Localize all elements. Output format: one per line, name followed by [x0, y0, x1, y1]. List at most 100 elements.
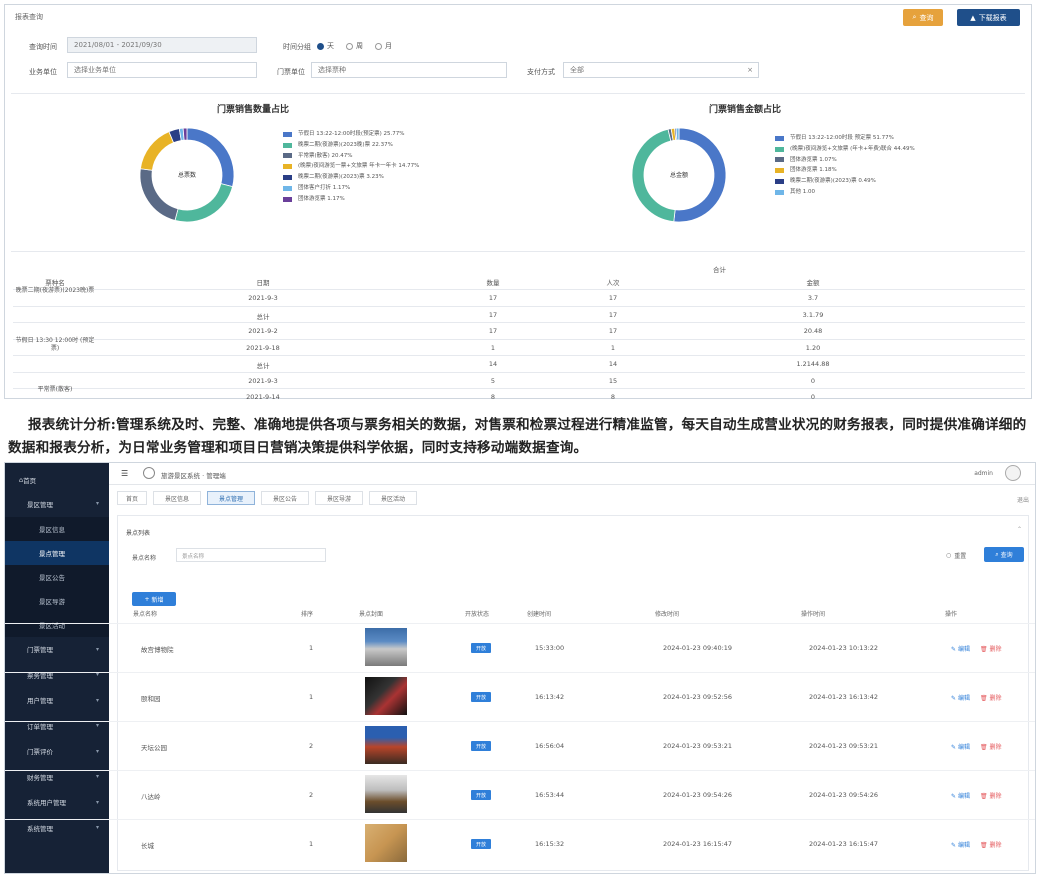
report-cell: 晚票二期(夜游票)(2023晚)票 [15, 287, 95, 294]
legend-swatch [283, 185, 292, 191]
cell-sort: 1 [309, 644, 314, 652]
delete-label: 删除 [989, 793, 1002, 800]
pie1-title: 门票销售数量占比 [217, 105, 290, 115]
legend-label: 团体游览票 1.17% [298, 195, 345, 202]
sidebar-item-4[interactable]: 景区公告 [5, 564, 109, 589]
tab-0[interactable]: 首页 [117, 491, 147, 505]
close-icon: × [747, 66, 753, 74]
tab-bar: 首页 景区信息 景点管理 景区公告 景区导游 景区活动 [109, 489, 1035, 507]
avatar[interactable] [1005, 465, 1021, 481]
legend-swatch [775, 135, 784, 141]
edit-icon: ✎ [951, 695, 958, 702]
cell-updated-time: 2024-01-23 16:15:47 [663, 840, 733, 848]
report-cell: 0 [810, 376, 816, 385]
granularity-radio-1[interactable]: 周 [346, 41, 363, 51]
add-button[interactable]: + 新增 [132, 592, 176, 606]
granularity-radio-0[interactable]: 天 [317, 41, 334, 51]
edit-label: 编辑 [957, 744, 970, 751]
collapse-icon[interactable]: ⌃ [1017, 526, 1022, 533]
tab-3[interactable]: 景区公告 [261, 491, 309, 505]
report-cell: 1 [490, 343, 496, 352]
row-actions: ✎ 编辑 🗑 删除 [951, 791, 1002, 800]
attraction-thumbnail [365, 677, 407, 715]
pie2-legend: 节假日 13:22-12:00时段 预定票 51.77% (晚票)夜间游览+文旅票… [775, 133, 915, 198]
granularity-label: 时间分组 [283, 43, 311, 51]
cell-op-time: 2024-01-23 09:54:26 [809, 791, 879, 799]
delete-button[interactable]: 🗑 删除 [980, 644, 1002, 653]
search-input[interactable]: 景点名称 [176, 548, 326, 562]
report-cell: 1.2144.88 [796, 360, 830, 368]
tab-5[interactable]: 景区活动 [369, 491, 417, 505]
radio-label: 月 [385, 42, 392, 50]
cell-updated-time: 2024-01-23 09:52:56 [663, 693, 733, 701]
report-cell: 1 [610, 343, 616, 352]
row-actions: ✎ 编辑 🗑 删除 [951, 840, 1002, 849]
status-badge: 开放 [471, 692, 491, 702]
user-name[interactable]: admin [974, 470, 993, 477]
sidebar-item-label: 首页 [23, 477, 37, 485]
sidebar-item-3[interactable]: 景点管理 [5, 540, 109, 565]
search-button[interactable]: ⌕ 查询 [984, 547, 1024, 562]
delete-button[interactable]: 🗑 删除 [980, 742, 1002, 751]
legend-label: 团体游览票 1.18% [790, 167, 837, 174]
radio-dot [317, 42, 324, 50]
legend-swatch [283, 196, 292, 202]
tab-1[interactable]: 景区信息 [153, 491, 201, 505]
tab-4[interactable]: 景区导游 [315, 491, 363, 505]
edit-button[interactable]: ✎ 编辑 [951, 693, 970, 702]
legend-label: 团体游览票 1.07% [790, 156, 837, 163]
row-actions: ✎ 编辑 🗑 删除 [951, 644, 1002, 653]
legend-label: 晚票二期(夜游票)(2023)票 0.49% [790, 178, 876, 185]
edit-label: 编辑 [957, 695, 970, 702]
granularity-radio-2[interactable]: 月 [375, 41, 392, 51]
status-badge: 开放 [471, 741, 491, 751]
report-panel: 报表查询 ⌕ 查询 ▲ 下载报表 查询时间 2021/08/01 - 2021/09… [4, 4, 1032, 401]
topbar: ☰ 旅游景区系统 · 管理端 admin 退出 [109, 463, 1035, 504]
reset-button[interactable]: ○ 重置 [946, 551, 966, 560]
report-cell: 3.7 [807, 294, 819, 302]
tab-2[interactable]: 景点管理 [207, 491, 255, 505]
legend-label: 平常票(散客) 20.47% [298, 152, 353, 159]
sidebar-item-0[interactable]: ⌂ 首页 [5, 469, 109, 491]
date-range-input[interactable]: 2021/08/01 - 2021/09/30 [67, 37, 257, 53]
cell-op-time: 2024-01-23 16:13:42 [809, 693, 879, 701]
section-title: 景点列表 [126, 530, 151, 537]
venue-select[interactable]: 选择业务单位 [67, 62, 257, 78]
report-table-header: 票种名 日期 数量 人次 金额 [13, 273, 1025, 289]
report-cell: 20.48 [803, 327, 823, 335]
edit-button[interactable]: ✎ 编辑 [951, 840, 970, 849]
cell-op-time: 2024-01-23 09:53:21 [809, 742, 879, 750]
report-table-row: 2021-9-3 5 15 0 [13, 371, 1025, 388]
column-header: 景点封面 [359, 611, 384, 618]
cell-create-time: 15:33:00 [535, 644, 565, 652]
cell-create-time: 16:13:42 [535, 693, 565, 701]
attraction-thumbnail [365, 824, 407, 862]
granularity-radios: 天周月 [317, 41, 404, 51]
column-header: 景点名称 [133, 611, 158, 618]
logo-icon [143, 467, 155, 479]
edit-button[interactable]: ✎ 编辑 [951, 791, 970, 800]
edit-button[interactable]: ✎ 编辑 [951, 644, 970, 653]
delete-button[interactable]: 🗑 删除 [980, 693, 1002, 702]
row-actions: ✎ 编辑 🗑 删除 [951, 742, 1002, 751]
sidebar-item-5[interactable]: 景区导游 [5, 588, 109, 613]
menu-toggle-icon[interactable]: ☰ [121, 469, 128, 478]
sidebar-item-1[interactable]: 景区管理 ▾ [5, 491, 109, 517]
export-button[interactable]: ▲ 下载报表 [957, 9, 1020, 26]
report-cell: 2021-9-3 [248, 294, 278, 302]
radio-label: 天 [327, 42, 334, 50]
payment-select[interactable]: 全部 × [563, 62, 759, 78]
edit-button[interactable]: ✎ 编辑 [951, 742, 970, 751]
report-cell: 2021-9-14 [246, 393, 280, 401]
delete-button[interactable]: 🗑 删除 [980, 791, 1002, 800]
delete-label: 删除 [989, 646, 1002, 653]
query-button[interactable]: ⌕ 查询 [903, 9, 943, 26]
cell-create-time: 16:53:44 [535, 791, 565, 799]
status-badge: 开放 [471, 643, 491, 653]
gate-select[interactable]: 选择票种 [311, 62, 507, 78]
pie-center-label: 总金额 [670, 171, 688, 179]
admin-app: ⌂ 首页 景区管理 ▾ 景区信息 景点管理 景区公告 景区导游 景区活动 门票管理 ▾ 票务管理 ▾ 用… [4, 462, 1036, 874]
sidebar-item-2[interactable]: 景区信息 [5, 516, 109, 541]
delete-button[interactable]: 🗑 删除 [980, 840, 1002, 849]
legend-label: (晚票)夜间游览一票+文旅票 年卡一年卡 14.77% [298, 163, 420, 170]
